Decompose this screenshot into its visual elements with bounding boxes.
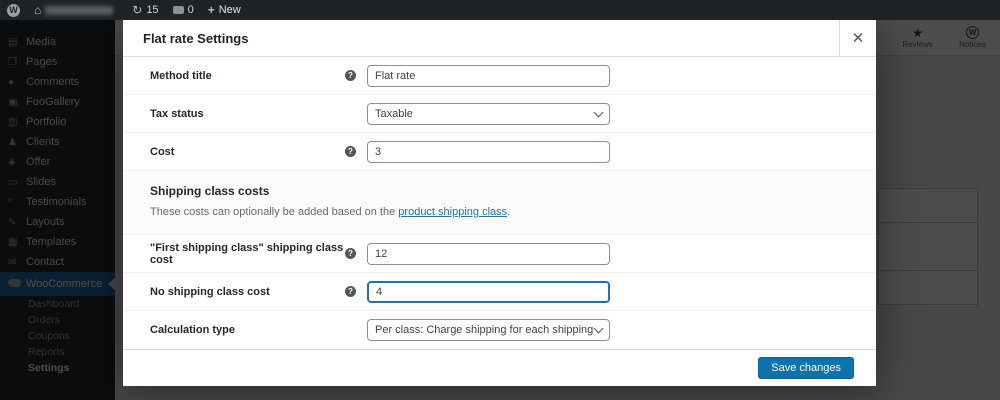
method-title-label: Method title bbox=[150, 69, 212, 82]
calculation-type-label: Calculation type bbox=[150, 323, 235, 336]
tax-status-select[interactable]: Taxable bbox=[367, 102, 610, 125]
help-icon[interactable]: ? bbox=[345, 70, 356, 81]
comments-bubble-icon bbox=[172, 6, 184, 14]
new-label: New bbox=[218, 4, 241, 16]
close-icon: ✕ bbox=[851, 30, 865, 47]
updates-icon: ↻ bbox=[132, 3, 143, 17]
cost-input[interactable] bbox=[367, 140, 610, 163]
first-shipping-class-cost-label: "First shipping class" shipping class co… bbox=[150, 241, 344, 266]
cost-row: Cost ? bbox=[123, 133, 876, 171]
chevron-down-icon bbox=[593, 323, 604, 333]
tax-status-label: Tax status bbox=[150, 107, 204, 120]
save-changes-button[interactable]: Save changes bbox=[758, 357, 854, 379]
method-title-row: Method title ? bbox=[123, 57, 876, 95]
help-icon[interactable]: ? bbox=[345, 248, 356, 259]
no-shipping-class-cost-input[interactable] bbox=[367, 280, 610, 303]
cost-label: Cost bbox=[150, 145, 175, 158]
shipping-class-costs-section: Shipping class costs These costs can opt… bbox=[123, 171, 876, 235]
updates-count: 15 bbox=[146, 4, 159, 16]
section-description: These costs can optionally be added base… bbox=[150, 206, 849, 218]
first-shipping-class-cost-row: "First shipping class" shipping class co… bbox=[123, 235, 876, 273]
comments-link[interactable]: 0 bbox=[172, 4, 194, 16]
chevron-down-icon bbox=[593, 107, 604, 117]
wordpress-logo-icon: W bbox=[7, 3, 20, 17]
close-button[interactable]: ✕ bbox=[839, 20, 876, 56]
admin-bar: W ⌂ ↻ 15 0 + New bbox=[0, 0, 1000, 20]
site-home-link[interactable]: ⌂ bbox=[34, 3, 114, 17]
new-content-button[interactable]: + New bbox=[208, 3, 241, 17]
modal-footer: Save changes bbox=[123, 349, 876, 386]
product-shipping-class-link[interactable]: product shipping class bbox=[398, 206, 507, 218]
home-icon: ⌂ bbox=[34, 3, 42, 17]
method-title-input[interactable] bbox=[367, 64, 610, 87]
first-shipping-class-cost-input[interactable] bbox=[367, 242, 610, 265]
description-text: These costs can optionally be added base… bbox=[150, 206, 399, 218]
help-icon[interactable]: ? bbox=[345, 146, 356, 157]
tax-status-value: Taxable bbox=[375, 107, 413, 120]
screen: W ⌂ ↻ 15 0 + New ★ Reviews W Notices bbox=[0, 0, 1000, 400]
tax-status-row: Tax status Taxable bbox=[123, 95, 876, 133]
comments-count: 0 bbox=[187, 4, 194, 16]
section-heading: Shipping class costs bbox=[150, 184, 270, 198]
site-name-blurred bbox=[45, 5, 114, 15]
modal-title: Flat rate Settings bbox=[143, 30, 249, 46]
calculation-type-row: Calculation type Per class: Charge shipp… bbox=[123, 311, 876, 348]
calculation-type-select[interactable]: Per class: Charge shipping for each ship… bbox=[367, 318, 610, 341]
flat-rate-settings-modal: Flat rate Settings ✕ Method title ? Tax … bbox=[123, 20, 876, 386]
modal-header: Flat rate Settings ✕ bbox=[123, 20, 876, 57]
no-shipping-class-cost-label: No shipping class cost bbox=[150, 285, 270, 298]
calculation-type-value: Per class: Charge shipping for each ship… bbox=[375, 323, 595, 336]
description-period: . bbox=[507, 206, 511, 218]
no-shipping-class-cost-row: No shipping class cost ? bbox=[123, 273, 876, 311]
help-icon[interactable]: ? bbox=[345, 286, 356, 297]
wp-logo-menu[interactable]: W bbox=[7, 3, 20, 17]
plus-icon: + bbox=[207, 3, 215, 17]
updates-link[interactable]: ↻ 15 bbox=[132, 3, 158, 17]
